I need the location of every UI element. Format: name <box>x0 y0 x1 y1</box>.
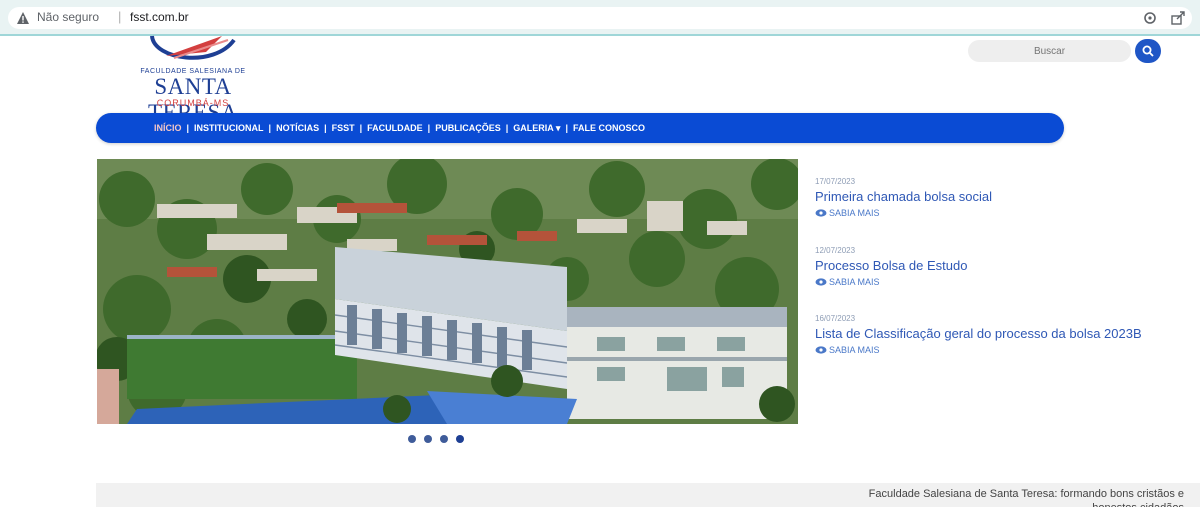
news-item[interactable]: 16/07/2023 Lista de Classificação geral … <box>815 314 1185 355</box>
footer-tagline: Faculdade Salesiana de Santa Teresa: for… <box>868 488 1184 507</box>
nav-item-publicacoes[interactable]: PUBLICAÇÕES <box>435 123 501 133</box>
news-item[interactable]: 17/07/2023 Primeira chamada bolsa social… <box>815 177 1185 218</box>
search-icon <box>1142 45 1154 57</box>
footer-band: Faculdade Salesiana de Santa Teresa: for… <box>96 483 1200 507</box>
share-icon[interactable] <box>1170 10 1186 26</box>
news-date: 16/07/2023 <box>815 314 856 323</box>
nav-item-faculdade[interactable]: FACULDADE <box>367 123 423 133</box>
warning-icon[interactable] <box>16 11 30 25</box>
news-title[interactable]: Primeira chamada bolsa social <box>815 189 1185 204</box>
nav-separator: | <box>268 123 272 133</box>
nav-item-inicio[interactable]: INÍCIO <box>154 123 182 133</box>
campus-aerial-photo <box>97 159 798 424</box>
nav-separator: | <box>324 123 327 133</box>
carousel-dot[interactable] <box>440 435 448 443</box>
logo-emblem <box>150 35 236 60</box>
news-item[interactable]: 12/07/2023 Processo Bolsa de Estudo SABI… <box>815 246 1185 287</box>
eye-icon <box>815 209 827 217</box>
carousel-dot-active[interactable] <box>456 435 464 443</box>
security-label[interactable]: Não seguro <box>37 10 99 24</box>
google-lens-icon[interactable] <box>1143 11 1157 25</box>
carousel-indicators <box>408 435 464 443</box>
address-separator: | <box>118 9 122 24</box>
search-button[interactable] <box>1135 39 1161 63</box>
nav-item-institucional[interactable]: INSTITUCIONAL <box>194 123 264 133</box>
carousel-dot[interactable] <box>408 435 416 443</box>
browser-address-bar: Não seguro | fsst.com.br <box>0 0 1200 36</box>
hero-carousel-image[interactable] <box>97 159 798 424</box>
nav-separator: | <box>186 123 190 133</box>
nav-item-noticias[interactable]: NOTÍCIAS <box>276 123 319 133</box>
nav-item-fale-conosco[interactable]: FALE CONOSCO <box>573 123 645 133</box>
news-author-name: SABIA MAIS <box>829 277 880 287</box>
search-input[interactable] <box>968 40 1131 62</box>
news-author-name: SABIA MAIS <box>829 345 880 355</box>
news-author: SABIA MAIS <box>815 345 1185 355</box>
carousel-dot[interactable] <box>424 435 432 443</box>
nav-separator: | <box>565 123 568 133</box>
news-date: 17/07/2023 <box>815 177 856 186</box>
news-date: 12/07/2023 <box>815 246 856 255</box>
site-logo[interactable]: FACULDADE SALESIANA DE SANTA TERESA CORU… <box>104 34 280 125</box>
url-text[interactable]: fsst.com.br <box>130 10 189 24</box>
nav-separator: | <box>427 123 431 133</box>
news-title[interactable]: Processo Bolsa de Estudo <box>815 258 1185 273</box>
nav-item-fsst[interactable]: FSST <box>332 123 355 133</box>
logo-city: CORUMBÁ-MS <box>156 98 230 108</box>
nav-items: INÍCIO | INSTITUCIONAL | NOTÍCIAS | FSST… <box>154 113 645 143</box>
eye-icon <box>815 278 827 286</box>
news-title[interactable]: Lista de Classificação geral do processo… <box>815 326 1185 341</box>
main-nav: INÍCIO | INSTITUCIONAL | NOTÍCIAS | FSST… <box>96 113 1064 143</box>
news-author: SABIA MAIS <box>815 277 1185 287</box>
eye-icon <box>815 346 827 354</box>
news-author: SABIA MAIS <box>815 208 1185 218</box>
nav-separator: | <box>359 123 363 133</box>
nav-separator: | <box>505 123 509 133</box>
nav-item-galeria[interactable]: GALERIA ▾ <box>513 123 560 134</box>
news-author-name: SABIA MAIS <box>829 208 880 218</box>
